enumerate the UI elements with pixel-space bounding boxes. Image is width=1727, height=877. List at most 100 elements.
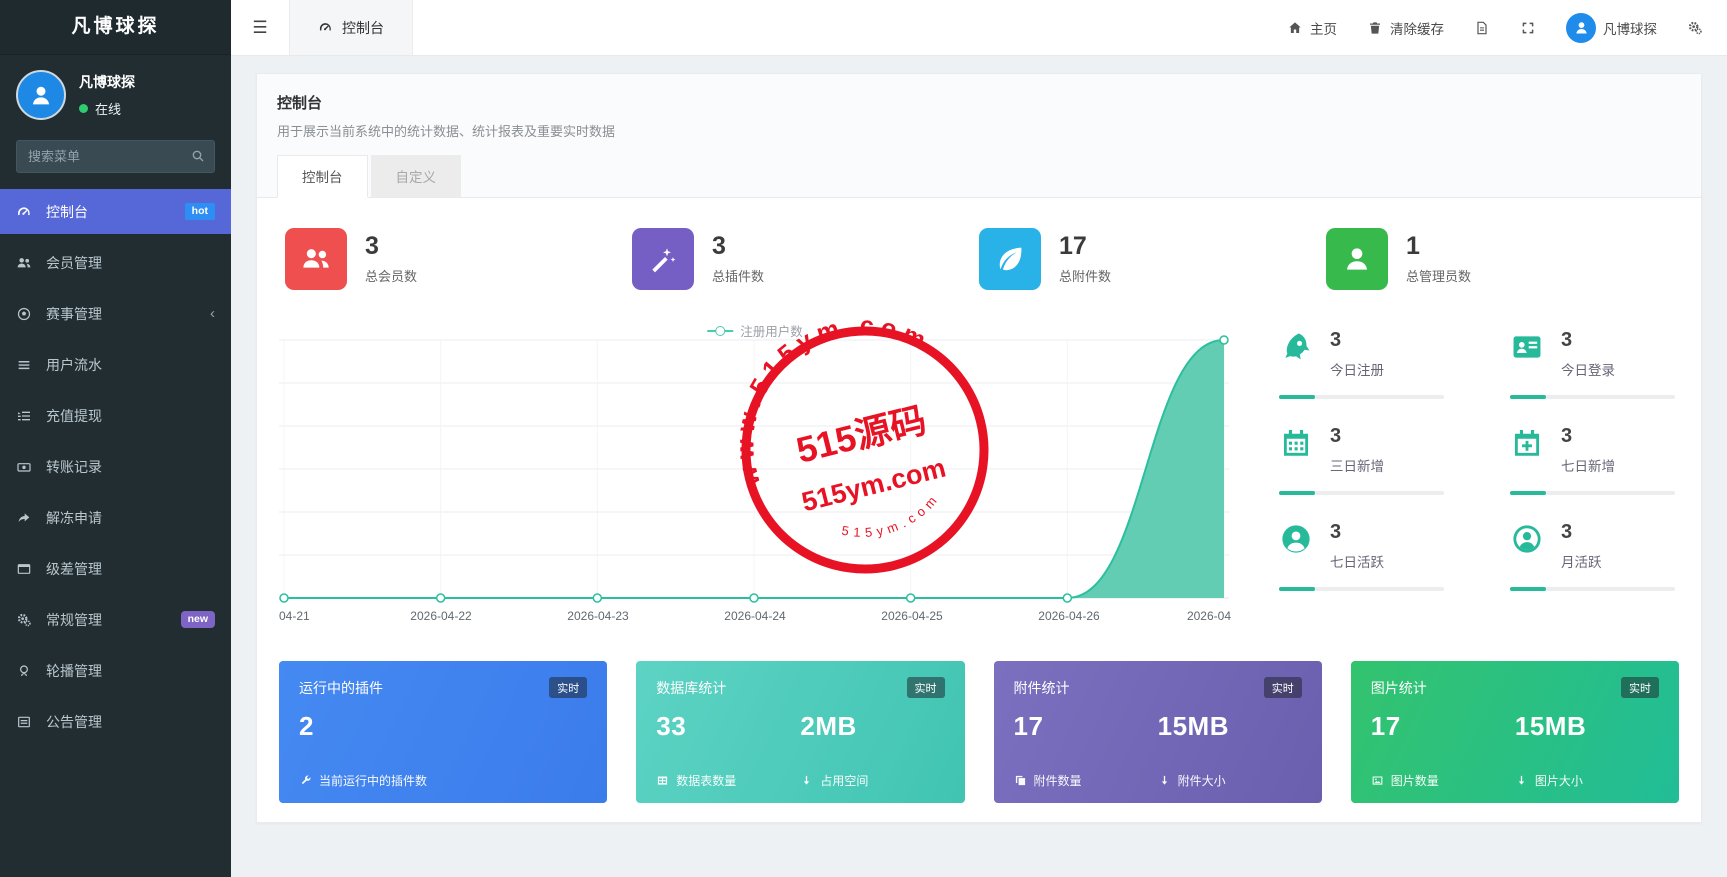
money-icon [16, 459, 36, 475]
dashboard-icon [16, 204, 36, 220]
sidebar-item-recharge-withdraw[interactable]: 充值提现 [0, 393, 231, 438]
topbar-user-menu[interactable]: 凡博球探 [1566, 13, 1657, 43]
quick-stat-today-registered: 3今日注册 [1279, 330, 1444, 399]
share-arrow-icon [16, 510, 36, 526]
legend-marker-icon [707, 330, 733, 332]
fullscreen-button[interactable] [1520, 20, 1536, 36]
progress-bar [1510, 587, 1675, 591]
rocket-icon [1279, 330, 1313, 364]
x-axis-label: 2026-04-25 [881, 609, 942, 623]
online-dot-icon [79, 104, 88, 113]
topbar-actions: 主页 清除缓存 凡博球探 [1287, 0, 1727, 55]
sidebar-item-user-flow[interactable]: 用户流水 [0, 342, 231, 387]
image-icon [1371, 774, 1384, 787]
trash-icon [1367, 20, 1383, 36]
sidebar-item-general-settings[interactable]: 常规管理 new [0, 597, 231, 642]
x-axis-label: 2026-04-22 [410, 609, 471, 623]
realtime-badge: 实时 [907, 677, 945, 698]
user-circle-outline-icon [1510, 522, 1544, 556]
calendar-plus-icon [1510, 426, 1544, 460]
window-icon [16, 561, 36, 577]
person-icon [1326, 228, 1388, 290]
id-card-icon [1510, 330, 1544, 364]
tab-dashboard[interactable]: 控制台 [277, 155, 368, 198]
page-title: 控制台 [277, 92, 1681, 113]
area-chart [279, 326, 1229, 602]
users-icon [16, 255, 36, 271]
sidebar-item-carousel[interactable]: 轮播管理 [0, 648, 231, 693]
progress-bar [1279, 395, 1444, 399]
realtime-badge: 实时 [1621, 677, 1659, 698]
topbar: ☰ 控制台 主页 清除缓存 [231, 0, 1727, 56]
announcement-icon [16, 714, 36, 730]
x-axis-label: 04-21 [279, 609, 310, 623]
sidebar-item-dashboard[interactable]: 控制台 hot [0, 189, 231, 234]
dashboard-icon [318, 20, 333, 35]
chart-legend-item[interactable]: 注册用户数 [707, 321, 803, 340]
card-database-stats: 数据库统计 实时 33 2MB 数据表数量 [636, 661, 964, 803]
sidebar-item-unfreeze-requests[interactable]: 解冻申请 [0, 495, 231, 540]
tab-custom[interactable]: 自定义 [371, 155, 462, 197]
x-axis-labels: 04-21 2026-04-22 2026-04-23 2026-04-24 2026-… [279, 609, 1231, 629]
sidebar-menu: 控制台 hot 会员管理 赛事管理 ‹ 用户流水 充值提现 [0, 189, 231, 877]
middle-section: 注册用户数 04-212026-04-222026-04-232026-04-2… [279, 326, 1679, 629]
gears-icon [1687, 20, 1703, 36]
stat-total-plugins[interactable]: 3总插件数 [632, 228, 979, 290]
search-icon[interactable] [190, 148, 206, 164]
person-icon [1572, 18, 1591, 37]
user-status: 在线 [79, 99, 135, 118]
x-axis-label: 2026-04-26 [1038, 609, 1099, 623]
magic-wand-icon [632, 228, 694, 290]
sidebar-toggle-icon[interactable]: ☰ [231, 0, 289, 55]
stat-total-members[interactable]: 3总会员数 [285, 228, 632, 290]
quick-stat-month-active: 3月活跃 [1510, 522, 1675, 591]
user-avatar[interactable] [16, 70, 66, 120]
home-button[interactable]: 主页 [1287, 18, 1337, 38]
clear-cache-button[interactable]: 清除缓存 [1367, 18, 1444, 38]
person-icon [26, 80, 56, 110]
list-alt-icon [16, 408, 36, 424]
chevron-left-icon: ‹ [210, 305, 215, 322]
realtime-badge: 实时 [1264, 677, 1302, 698]
sidebar-item-matches[interactable]: 赛事管理 ‹ [0, 291, 231, 336]
football-icon [16, 306, 36, 322]
progress-bar [1279, 491, 1444, 495]
quick-stat-3day-new: 3三日新增 [1279, 426, 1444, 495]
sidebar-item-announcements[interactable]: 公告管理 [0, 699, 231, 744]
sidebar-item-members[interactable]: 会员管理 [0, 240, 231, 285]
realtime-badge: 实时 [549, 677, 587, 698]
copy-icon [1014, 774, 1027, 787]
panel-body: 3总会员数 3总插件数 17总附件数 1总管理员数 [257, 198, 1701, 833]
x-axis-label: 2026-04-24 [724, 609, 785, 623]
quick-stat-7day-active: 3七日活跃 [1279, 522, 1444, 591]
page-subtitle: 用于展示当前系统中的统计数据、统计报表及重要实时数据 [277, 121, 1681, 140]
app-root: 凡博球探 凡博球探 在线 控制台 hot [0, 0, 1727, 877]
app-logo: 凡博球探 [0, 0, 231, 54]
hot-badge: hot [185, 203, 215, 220]
search-input[interactable] [16, 140, 215, 173]
topbar-tab-dashboard[interactable]: 控制台 [289, 0, 413, 55]
table-icon [656, 774, 669, 787]
x-axis-label: 2026-04-23 [567, 609, 628, 623]
user-name: 凡博球探 [79, 72, 135, 92]
sidebar-item-transfer-records[interactable]: 转账记录 [0, 444, 231, 489]
bottom-cards-row: 运行中的插件 实时 2 当前运行中的插件数 [279, 661, 1679, 803]
calendar-icon [1279, 426, 1313, 460]
sidebar-item-level-diff[interactable]: 级差管理 [0, 546, 231, 591]
card-attachment-stats: 附件统计 实时 17 15MB 附件数量 [994, 661, 1322, 803]
new-badge: new [181, 611, 215, 628]
settings-button[interactable] [1687, 20, 1703, 36]
wrench-icon [299, 774, 312, 787]
language-button[interactable] [1474, 20, 1490, 36]
quick-stats-grid: 3今日注册 3今日登录 [1279, 326, 1679, 629]
x-axis-label: 2026-04 [1187, 609, 1231, 623]
dashboard-panel: 控制台 用于展示当前系统中的统计数据、统计报表及重要实时数据 控制台 自定义 3… [256, 73, 1702, 823]
registered-users-chart: 注册用户数 04-212026-04-222026-04-232026-04-2… [279, 326, 1231, 629]
arrow-down-icon [800, 774, 813, 787]
stat-total-admins[interactable]: 1总管理员数 [1326, 228, 1673, 290]
stat-total-attachments[interactable]: 17总附件数 [979, 228, 1326, 290]
card-running-plugins: 运行中的插件 实时 2 当前运行中的插件数 [279, 661, 607, 803]
panel-header: 控制台 用于展示当前系统中的统计数据、统计报表及重要实时数据 控制台 自定义 [257, 74, 1701, 198]
content-area: 控制台 用于展示当前系统中的统计数据、统计报表及重要实时数据 控制台 自定义 3… [231, 56, 1727, 877]
list-icon [16, 357, 36, 373]
